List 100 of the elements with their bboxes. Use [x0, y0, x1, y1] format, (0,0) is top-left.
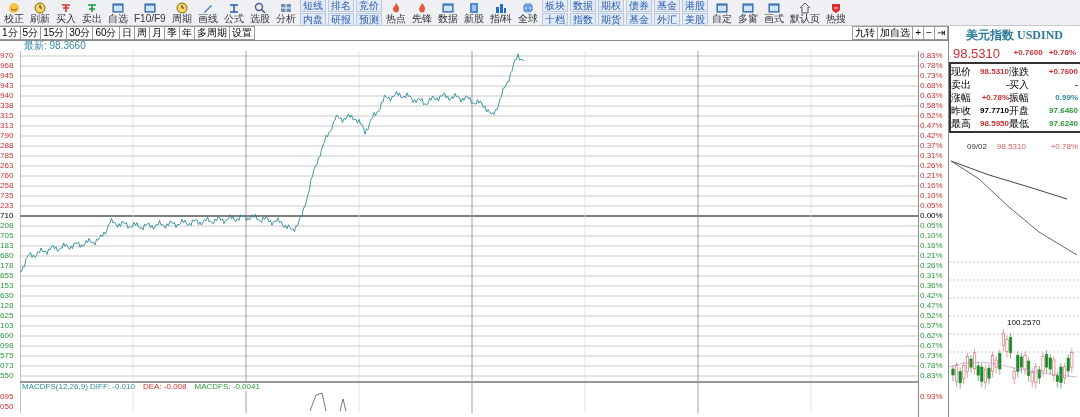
toolbar-button[interactable]: 数据: [435, 1, 460, 24]
clock-icon: [34, 1, 46, 14]
window-icon: [143, 1, 156, 14]
field-value: +0.7600: [1047, 67, 1078, 76]
axis-label: 0.52%: [920, 112, 943, 120]
axis-label: 0.31%: [920, 152, 943, 160]
axis-label: 128: [0, 302, 14, 310]
axis-label: 0.10%: [920, 192, 943, 200]
period-tab[interactable]: 1分: [0, 26, 21, 40]
axis-label: 073: [0, 362, 14, 370]
toolbar-button[interactable]: 周期: [169, 1, 194, 24]
price-text: 98.5310: [953, 46, 1000, 60]
axis-label: 970: [0, 52, 14, 60]
toolbar-button[interactable]: 指/科: [487, 1, 515, 24]
axis-label: 153: [0, 282, 14, 290]
toolbar-button[interactable]: 期权: [598, 0, 625, 12]
toolbar-button[interactable]: 债券: [626, 0, 653, 12]
toolbar-button[interactable]: 热点: [383, 1, 408, 24]
axis-label: 0.10%: [920, 232, 943, 240]
toolbar-button[interactable]: 卖出: [80, 1, 104, 24]
toolbar-button[interactable]: 自选: [106, 1, 130, 24]
field-value: 0.99%: [1054, 93, 1078, 102]
toolbar-button[interactable]: 短线: [299, 0, 326, 12]
toolbar-button[interactable]: 多窗: [736, 1, 761, 24]
period-tab[interactable]: 60分: [92, 26, 120, 40]
toolbar-button[interactable]: 热搜: [824, 1, 849, 24]
axis-label: 0.78%: [920, 362, 943, 370]
toolbar-button[interactable]: 新股: [461, 1, 486, 24]
toolbar-button[interactable]: 画式: [762, 1, 787, 24]
axis-label: 0.37%: [920, 142, 943, 150]
axis-label: 655: [0, 272, 14, 280]
toolbar-button[interactable]: 期货: [598, 13, 625, 26]
toolbar-button[interactable]: 公式: [221, 1, 246, 24]
toolbar-button[interactable]: 分析: [273, 1, 298, 24]
toolbar-button[interactable]: 港股: [682, 0, 709, 12]
period-tab[interactable]: 设置: [228, 26, 255, 40]
toolbar-button[interactable]: 十档: [542, 13, 569, 26]
chart-tool-button[interactable]: +: [912, 26, 925, 40]
toolbar-button[interactable]: 美股: [682, 13, 709, 26]
chart-tool-button[interactable]: 加自选: [877, 26, 914, 40]
toolbar-button[interactable]: 板块: [542, 0, 569, 12]
axis-label: 600: [0, 332, 14, 340]
toolbar-button[interactable]: 默认页: [788, 1, 823, 24]
axis-label: 233: [0, 202, 14, 210]
toolbar-button[interactable]: 竞价: [355, 0, 382, 12]
axis-label: 785: [0, 152, 14, 160]
field-label: 涨幅: [951, 92, 972, 103]
toolbar-button[interactable]: 先锋: [409, 1, 434, 24]
axis-label: 0.73%: [920, 352, 943, 360]
toolbar-button[interactable]: 基金: [626, 13, 653, 26]
toolbar-button[interactable]: 外汇: [654, 13, 681, 26]
chart-tool-button[interactable]: 九转: [852, 26, 879, 40]
period-tab[interactable]: 30分: [66, 26, 94, 40]
period-tab[interactable]: 15分: [40, 26, 68, 40]
axis-label: 208: [0, 222, 14, 230]
field-label: 最低: [1009, 118, 1030, 129]
axis-label: 0.21%: [920, 172, 943, 180]
field-label: 涨跌: [1009, 66, 1030, 77]
toolbar-button[interactable]: F10/F9: [132, 1, 168, 24]
globe-icon: [522, 1, 535, 14]
macd-label: MACDFS: -0.0041: [194, 383, 260, 391]
high-price-label: 100.2570: [1007, 319, 1041, 327]
period-tab[interactable]: 5分: [19, 26, 42, 40]
price-text: 98.5310: [997, 143, 1026, 151]
axis-label: 313: [0, 122, 14, 130]
toolbar-button[interactable]: 排名: [327, 0, 354, 12]
toolbar-button[interactable]: 预测: [355, 13, 382, 26]
field-value: 98.5310: [979, 67, 1009, 76]
field-label: 昨收: [951, 105, 972, 116]
toolbar-button[interactable]: 选股: [247, 1, 272, 24]
bar-chart-icon: [495, 1, 508, 14]
toolbar-button[interactable]: 刷新: [28, 1, 52, 24]
axis-label: 790: [0, 132, 14, 140]
axis-label: 0.21%: [920, 252, 943, 260]
field-value: -: [1074, 80, 1078, 89]
toolbar-button[interactable]: 全球: [516, 1, 541, 24]
axis-label: 0.83%: [920, 372, 943, 380]
chart-tool-button[interactable]: −: [923, 26, 935, 40]
axis-label: 760: [0, 172, 14, 180]
axis-label: 0.58%: [920, 102, 943, 110]
toolbar-button[interactable]: 自定: [710, 1, 735, 24]
toolbar-button[interactable]: 研报: [327, 13, 354, 26]
toolbar-button[interactable]: 买入: [54, 1, 78, 24]
axis-label: 095: [0, 393, 14, 401]
window-icon: [716, 1, 729, 14]
field-label: 现价: [951, 66, 972, 77]
toolbar-button[interactable]: 指数: [570, 13, 597, 26]
axis-label: 0.67%: [920, 342, 943, 350]
chart-tool-button[interactable]: ⇥: [934, 26, 948, 40]
period-tab[interactable]: 多周期: [193, 26, 230, 40]
toolbar-button[interactable]: 画线: [195, 1, 220, 24]
toolbar-button[interactable]: 内盘: [299, 13, 326, 26]
date-text: 09/02: [967, 143, 988, 151]
toolbar-button[interactable]: 基金: [654, 0, 681, 12]
toolbar-button[interactable]: 校正: [2, 1, 26, 24]
axis-label: 0.57%: [920, 322, 943, 330]
toolbar-button[interactable]: 数据: [570, 0, 597, 12]
axis-label: 0.47%: [920, 302, 943, 310]
axis-label: 0.05%: [920, 222, 943, 230]
axis-label: 945: [0, 72, 14, 80]
